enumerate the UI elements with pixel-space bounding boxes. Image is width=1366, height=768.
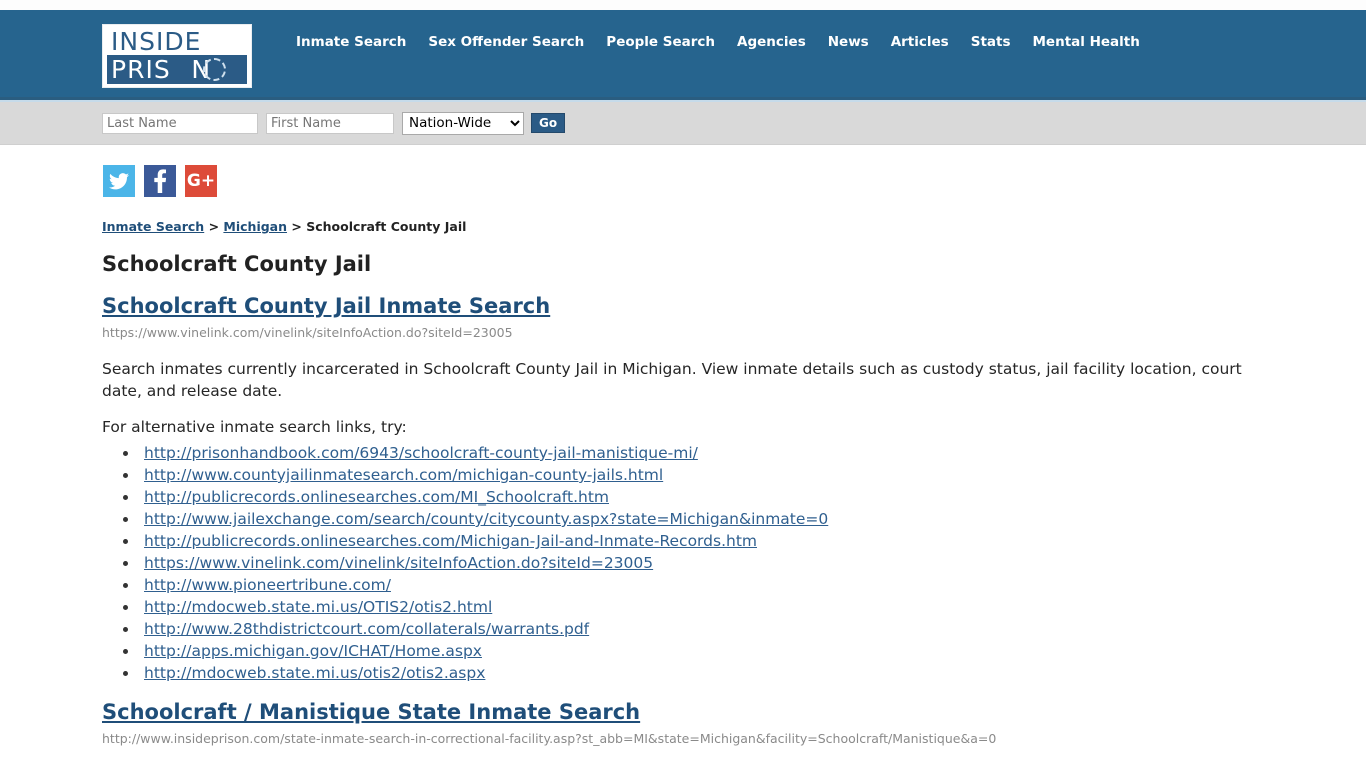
list-item: http://apps.michigan.gov/ICHAT/Home.aspx <box>139 640 1326 662</box>
list-item: https://www.vinelink.com/vinelink/siteIn… <box>139 552 1326 574</box>
site-logo[interactable]: INSIDE PRISON <box>102 24 252 88</box>
alt-link[interactable]: http://mdocweb.state.mi.us/otis2/otis2.a… <box>144 664 485 682</box>
list-item: http://prisonhandbook.com/6943/schoolcra… <box>139 442 1326 464</box>
go-button[interactable]: Go <box>531 113 566 133</box>
page-title: Schoolcraft County Jail <box>102 252 372 276</box>
top-white-strip <box>0 0 1366 10</box>
list-item: http://www.pioneertribune.com/ <box>139 574 1326 596</box>
social-share-row: G+ <box>0 145 1366 197</box>
logo-prison-o: O <box>171 55 192 84</box>
list-item: http://www.countyjailinmatesearch.com/mi… <box>139 464 1326 486</box>
google-plus-icon: G+ <box>186 170 216 191</box>
breadcrumb-current: Schoolcraft County Jail <box>306 219 467 234</box>
breadcrumb-separator-1: > <box>204 219 224 234</box>
breadcrumb-link-michigan[interactable]: Michigan <box>223 219 287 234</box>
alternative-links-intro: For alternative inmate search links, try… <box>102 418 407 436</box>
alt-link[interactable]: http://publicrecords.onlinesearches.com/… <box>144 532 757 550</box>
logo-line-inside: INSIDE <box>111 27 202 56</box>
main-content: Inmate Search > Michigan > Schoolcraft C… <box>0 197 1366 746</box>
alt-link[interactable]: http://mdocweb.state.mi.us/OTIS2/otis2.h… <box>144 598 492 616</box>
jail-inmate-search-url: https://www.vinelink.com/vinelink/siteIn… <box>102 325 513 340</box>
alt-link[interactable]: http://www.28thdistrictcourt.com/collate… <box>144 620 589 638</box>
alternative-links-list: http://prisonhandbook.com/6943/schoolcra… <box>102 442 1326 684</box>
last-name-input[interactable] <box>102 112 258 134</box>
main-navigation: Inmate Search Sex Offender Search People… <box>285 30 1151 54</box>
jail-description: Search inmates currently incarcerated in… <box>102 360 1242 400</box>
logo-line-prison: PRISON <box>107 55 247 84</box>
nav-item-people-search[interactable]: People Search <box>595 30 726 54</box>
breadcrumb-link-inmate-search[interactable]: Inmate Search <box>102 219 204 234</box>
google-plus-share-button[interactable]: G+ <box>185 165 217 197</box>
alt-link[interactable]: https://www.vinelink.com/vinelink/siteIn… <box>144 554 653 572</box>
list-item: http://www.28thdistrictcourt.com/collate… <box>139 618 1326 640</box>
list-item: http://mdocweb.state.mi.us/OTIS2/otis2.h… <box>139 596 1326 618</box>
section-heading-jail-inmate-search: Schoolcraft County Jail Inmate Search <box>102 294 1326 318</box>
list-item: http://publicrecords.onlinesearches.com/… <box>139 486 1326 508</box>
alt-link[interactable]: http://www.countyjailinmatesearch.com/mi… <box>144 466 663 484</box>
nav-item-inmate-search[interactable]: Inmate Search <box>285 30 417 54</box>
site-header: INSIDE PRISON Inmate Search Sex Offender… <box>0 10 1366 100</box>
nav-item-mental-health[interactable]: Mental Health <box>1022 30 1151 54</box>
breadcrumb-separator-2: > <box>287 219 307 234</box>
first-name-input[interactable] <box>266 112 394 134</box>
alt-link[interactable]: http://www.jailexchange.com/search/count… <box>144 510 828 528</box>
facebook-icon <box>154 169 166 193</box>
breadcrumb: Inmate Search > Michigan > Schoolcraft C… <box>102 219 1326 234</box>
alt-link[interactable]: http://prisonhandbook.com/6943/schoolcra… <box>144 444 698 462</box>
section-heading-state-inmate-search: Schoolcraft / Manistique State Inmate Se… <box>102 700 1326 724</box>
nav-item-articles[interactable]: Articles <box>880 30 960 54</box>
state-select[interactable]: Nation-Wide <box>402 111 524 135</box>
barbed-wire-circle-icon <box>203 58 226 81</box>
alt-link[interactable]: http://publicrecords.onlinesearches.com/… <box>144 488 609 506</box>
logo-prison-prefix: PRIS <box>111 55 171 84</box>
state-inmate-search-link[interactable]: Schoolcraft / Manistique State Inmate Se… <box>102 700 640 724</box>
list-item: http://www.jailexchange.com/search/count… <box>139 508 1326 530</box>
nav-item-stats[interactable]: Stats <box>960 30 1022 54</box>
facebook-share-button[interactable] <box>144 165 176 197</box>
nav-item-agencies[interactable]: Agencies <box>726 30 817 54</box>
quick-search-bar: Nation-Wide Go <box>0 100 1366 145</box>
alt-link[interactable]: http://www.pioneertribune.com/ <box>144 576 391 594</box>
jail-inmate-search-link[interactable]: Schoolcraft County Jail Inmate Search <box>102 294 550 318</box>
state-inmate-search-url: http://www.insideprison.com/state-inmate… <box>102 731 997 746</box>
twitter-icon <box>109 172 129 189</box>
list-item: http://mdocweb.state.mi.us/otis2/otis2.a… <box>139 662 1326 684</box>
alt-link[interactable]: http://apps.michigan.gov/ICHAT/Home.aspx <box>144 642 482 660</box>
nav-item-sex-offender-search[interactable]: Sex Offender Search <box>417 30 595 54</box>
nav-item-news[interactable]: News <box>817 30 880 54</box>
twitter-share-button[interactable] <box>103 165 135 197</box>
list-item: http://publicrecords.onlinesearches.com/… <box>139 530 1326 552</box>
